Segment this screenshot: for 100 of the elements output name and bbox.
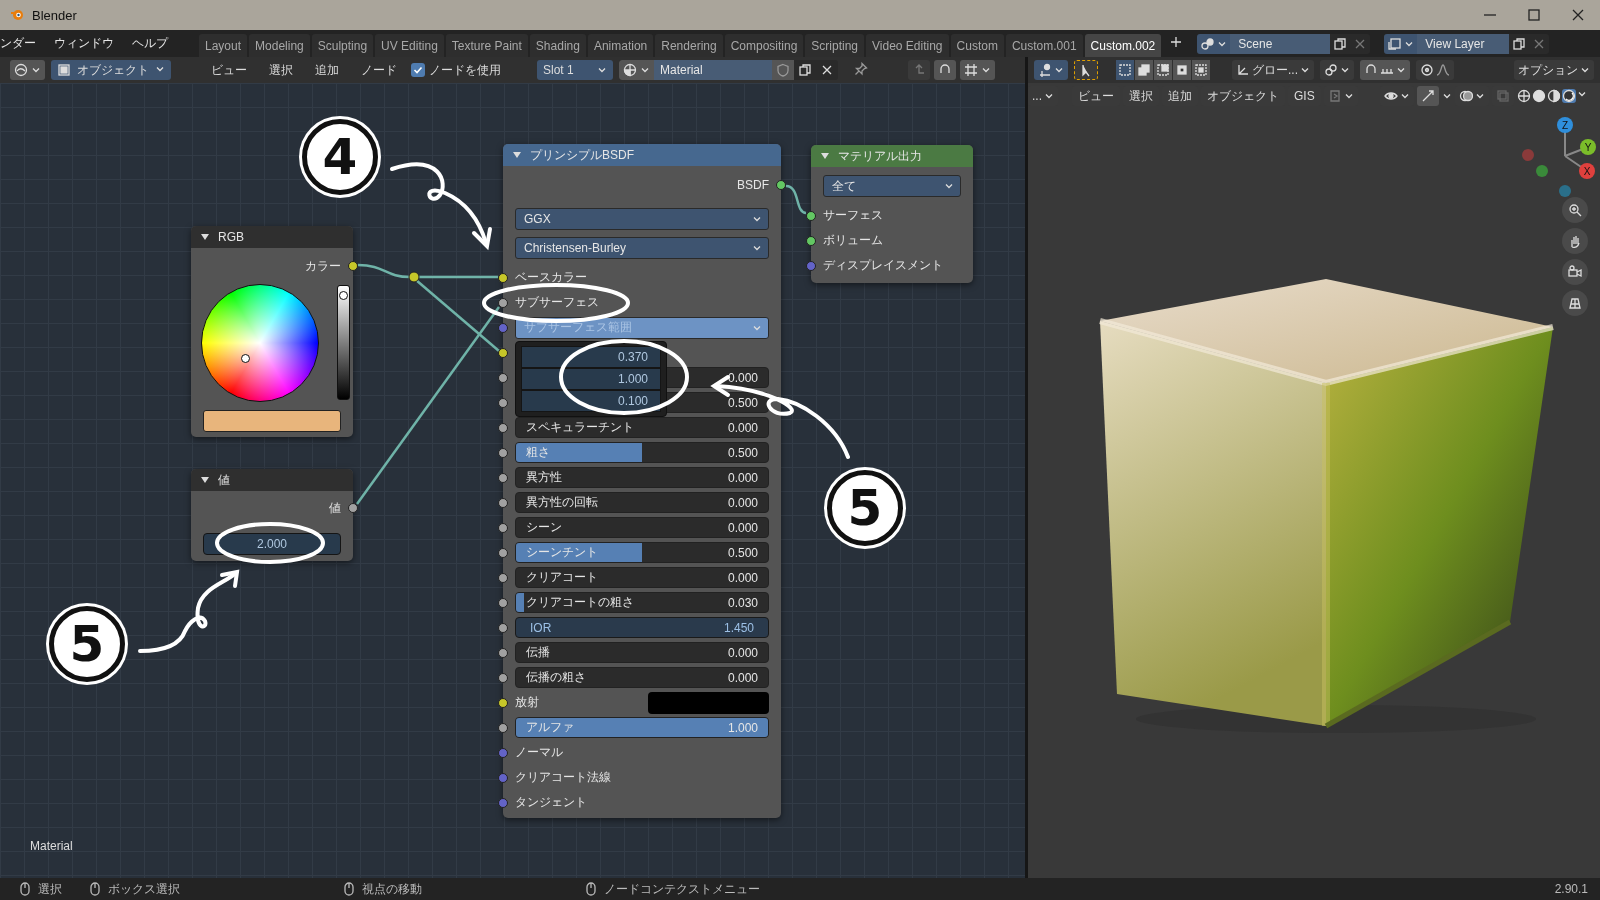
value-field[interactable]: 2.000 <box>203 533 341 555</box>
camera-button[interactable] <box>1562 259 1588 285</box>
menu-item[interactable]: ノード <box>353 61 405 79</box>
snap-button[interactable] <box>1360 60 1410 80</box>
duplicate-icon[interactable] <box>1333 36 1348 51</box>
chevron-down-icon[interactable] <box>597 65 607 75</box>
workspace-tab[interactable]: Rendering <box>655 34 723 57</box>
object-icon[interactable] <box>57 63 71 77</box>
value-slider[interactable]: シーン 0.000 <box>515 517 769 538</box>
invert-select-icon[interactable] <box>1175 63 1189 77</box>
socket[interactable] <box>498 547 508 558</box>
shield-icon[interactable] <box>776 63 790 77</box>
axis-handle[interactable] <box>1522 149 1534 161</box>
workspace-tab[interactable]: Shading <box>529 34 586 57</box>
workspace-tab[interactable]: Scripting <box>805 34 865 57</box>
value-slider[interactable]: 伝播 0.000 <box>515 642 769 663</box>
socket[interactable] <box>498 572 508 583</box>
chevron-down-icon[interactable] <box>31 65 41 75</box>
menu-item[interactable]: 選択 <box>261 61 301 79</box>
color-picker-handle[interactable] <box>241 353 250 363</box>
axis-handle[interactable] <box>1579 163 1595 179</box>
socket[interactable] <box>806 235 816 246</box>
brightness-slider[interactable] <box>337 285 350 400</box>
overlay-icon[interactable] <box>1458 88 1473 103</box>
workspace-tab[interactable]: Texture Paint <box>445 34 528 57</box>
maximize-icon[interactable] <box>1527 8 1541 22</box>
checkbox-label[interactable]: ノードを使用 <box>429 61 501 79</box>
workspace-tab[interactable]: Modeling <box>249 34 310 57</box>
value-slider[interactable]: クリアコートの粗さ 0.030 <box>515 592 769 613</box>
menu-item[interactable]: ヘルプ <box>123 35 177 52</box>
socket[interactable] <box>498 422 508 433</box>
socket[interactable] <box>348 503 358 513</box>
axis-handle[interactable] <box>1559 185 1571 197</box>
transform-button[interactable] <box>1034 60 1068 80</box>
zoom-button[interactable] <box>1562 197 1588 223</box>
socket[interactable] <box>498 697 508 708</box>
workspace-tab[interactable]: Compositing <box>724 34 804 57</box>
distribution-dropdown[interactable]: GGX <box>515 208 769 230</box>
duplicate-icon[interactable] <box>1512 36 1527 51</box>
principled-bsdf-node[interactable] <box>497 144 787 818</box>
slot-dropdown[interactable]: Slot 1 <box>537 60 613 80</box>
box-select-icon[interactable] <box>1118 63 1132 77</box>
socket[interactable] <box>498 447 508 458</box>
socket[interactable] <box>498 372 508 383</box>
scene-field[interactable]: Scene <box>1230 33 1331 54</box>
checkbox[interactable] <box>411 63 425 77</box>
node-header[interactable]: 値 <box>191 469 353 491</box>
value-slider[interactable]: 異方性 0.000 <box>515 467 769 488</box>
grid-icon[interactable] <box>1568 296 1582 310</box>
reroute-point[interactable] <box>408 271 420 283</box>
axis-handle[interactable] <box>1557 117 1573 133</box>
subsurface-method-dropdown[interactable]: Christensen-Burley <box>515 237 769 259</box>
intersect-select-icon[interactable] <box>1194 63 1208 77</box>
collapse-triangle-icon[interactable] <box>512 150 522 160</box>
socket[interactable] <box>498 597 508 608</box>
workspace-tab[interactable]: UV Editing <box>375 34 444 57</box>
pan-button[interactable] <box>1562 228 1588 254</box>
perspective-button[interactable] <box>1562 290 1588 316</box>
value-slider[interactable]: アルファ 1.000 <box>515 717 769 738</box>
node-header[interactable]: RGB <box>191 226 353 248</box>
value-field[interactable]: 0.370 <box>521 346 661 368</box>
layers-icon[interactable] <box>1387 36 1404 51</box>
socket[interactable] <box>498 472 508 483</box>
axes-icon[interactable] <box>1236 63 1250 77</box>
menu-item[interactable]: 追加 <box>307 61 347 79</box>
menu-item[interactable]: ウィンドウ <box>45 35 123 52</box>
socket[interactable] <box>498 672 508 683</box>
editor-type-button[interactable] <box>10 60 45 80</box>
color-swatch[interactable] <box>648 691 769 714</box>
socket[interactable] <box>498 297 508 308</box>
value-slider[interactable]: 粗さ 0.500 <box>515 442 769 463</box>
chevron-down-icon[interactable] <box>1054 65 1064 75</box>
camera-icon[interactable] <box>1568 265 1582 279</box>
workspace-tab[interactable]: Layout <box>199 34 248 57</box>
value-slider[interactable]: スペキュラーチント 0.000 <box>515 417 769 438</box>
chevron-down-icon[interactable] <box>981 65 991 75</box>
target-icon[interactable] <box>1420 63 1434 77</box>
dropdown-menu[interactable]: 0.370 1.000 0.100 <box>515 341 667 417</box>
solid-icon[interactable] <box>1531 88 1546 103</box>
socket[interactable] <box>498 522 508 533</box>
workspace-tab[interactable]: Sculpting <box>311 34 374 57</box>
close-icon[interactable] <box>820 63 834 77</box>
select-tool-button[interactable] <box>1074 60 1098 80</box>
socket[interactable] <box>498 622 508 633</box>
axis-handle[interactable] <box>1580 139 1596 155</box>
chevron-down-icon[interactable] <box>1580 65 1590 75</box>
socket[interactable] <box>776 180 786 190</box>
hand-icon[interactable] <box>1568 234 1582 248</box>
value-slider[interactable]: シーンチント 0.500 <box>515 542 769 563</box>
axis-handle[interactable] <box>1536 165 1548 177</box>
workspace-tab[interactable]: Custom <box>950 34 1004 57</box>
value-field[interactable]: 0.100 <box>521 390 661 412</box>
sphere-icon[interactable] <box>623 63 637 77</box>
workspace-tab[interactable]: Custom.002 <box>1084 34 1162 57</box>
menu-item[interactable]: ビュー <box>203 61 255 79</box>
chevron-down-icon[interactable] <box>640 65 650 75</box>
chevron-down-icon[interactable] <box>155 64 165 74</box>
socket[interactable] <box>806 210 816 221</box>
options-dropdown[interactable]: オプション <box>1514 60 1594 80</box>
target-dropdown[interactable]: 全て <box>823 175 961 197</box>
